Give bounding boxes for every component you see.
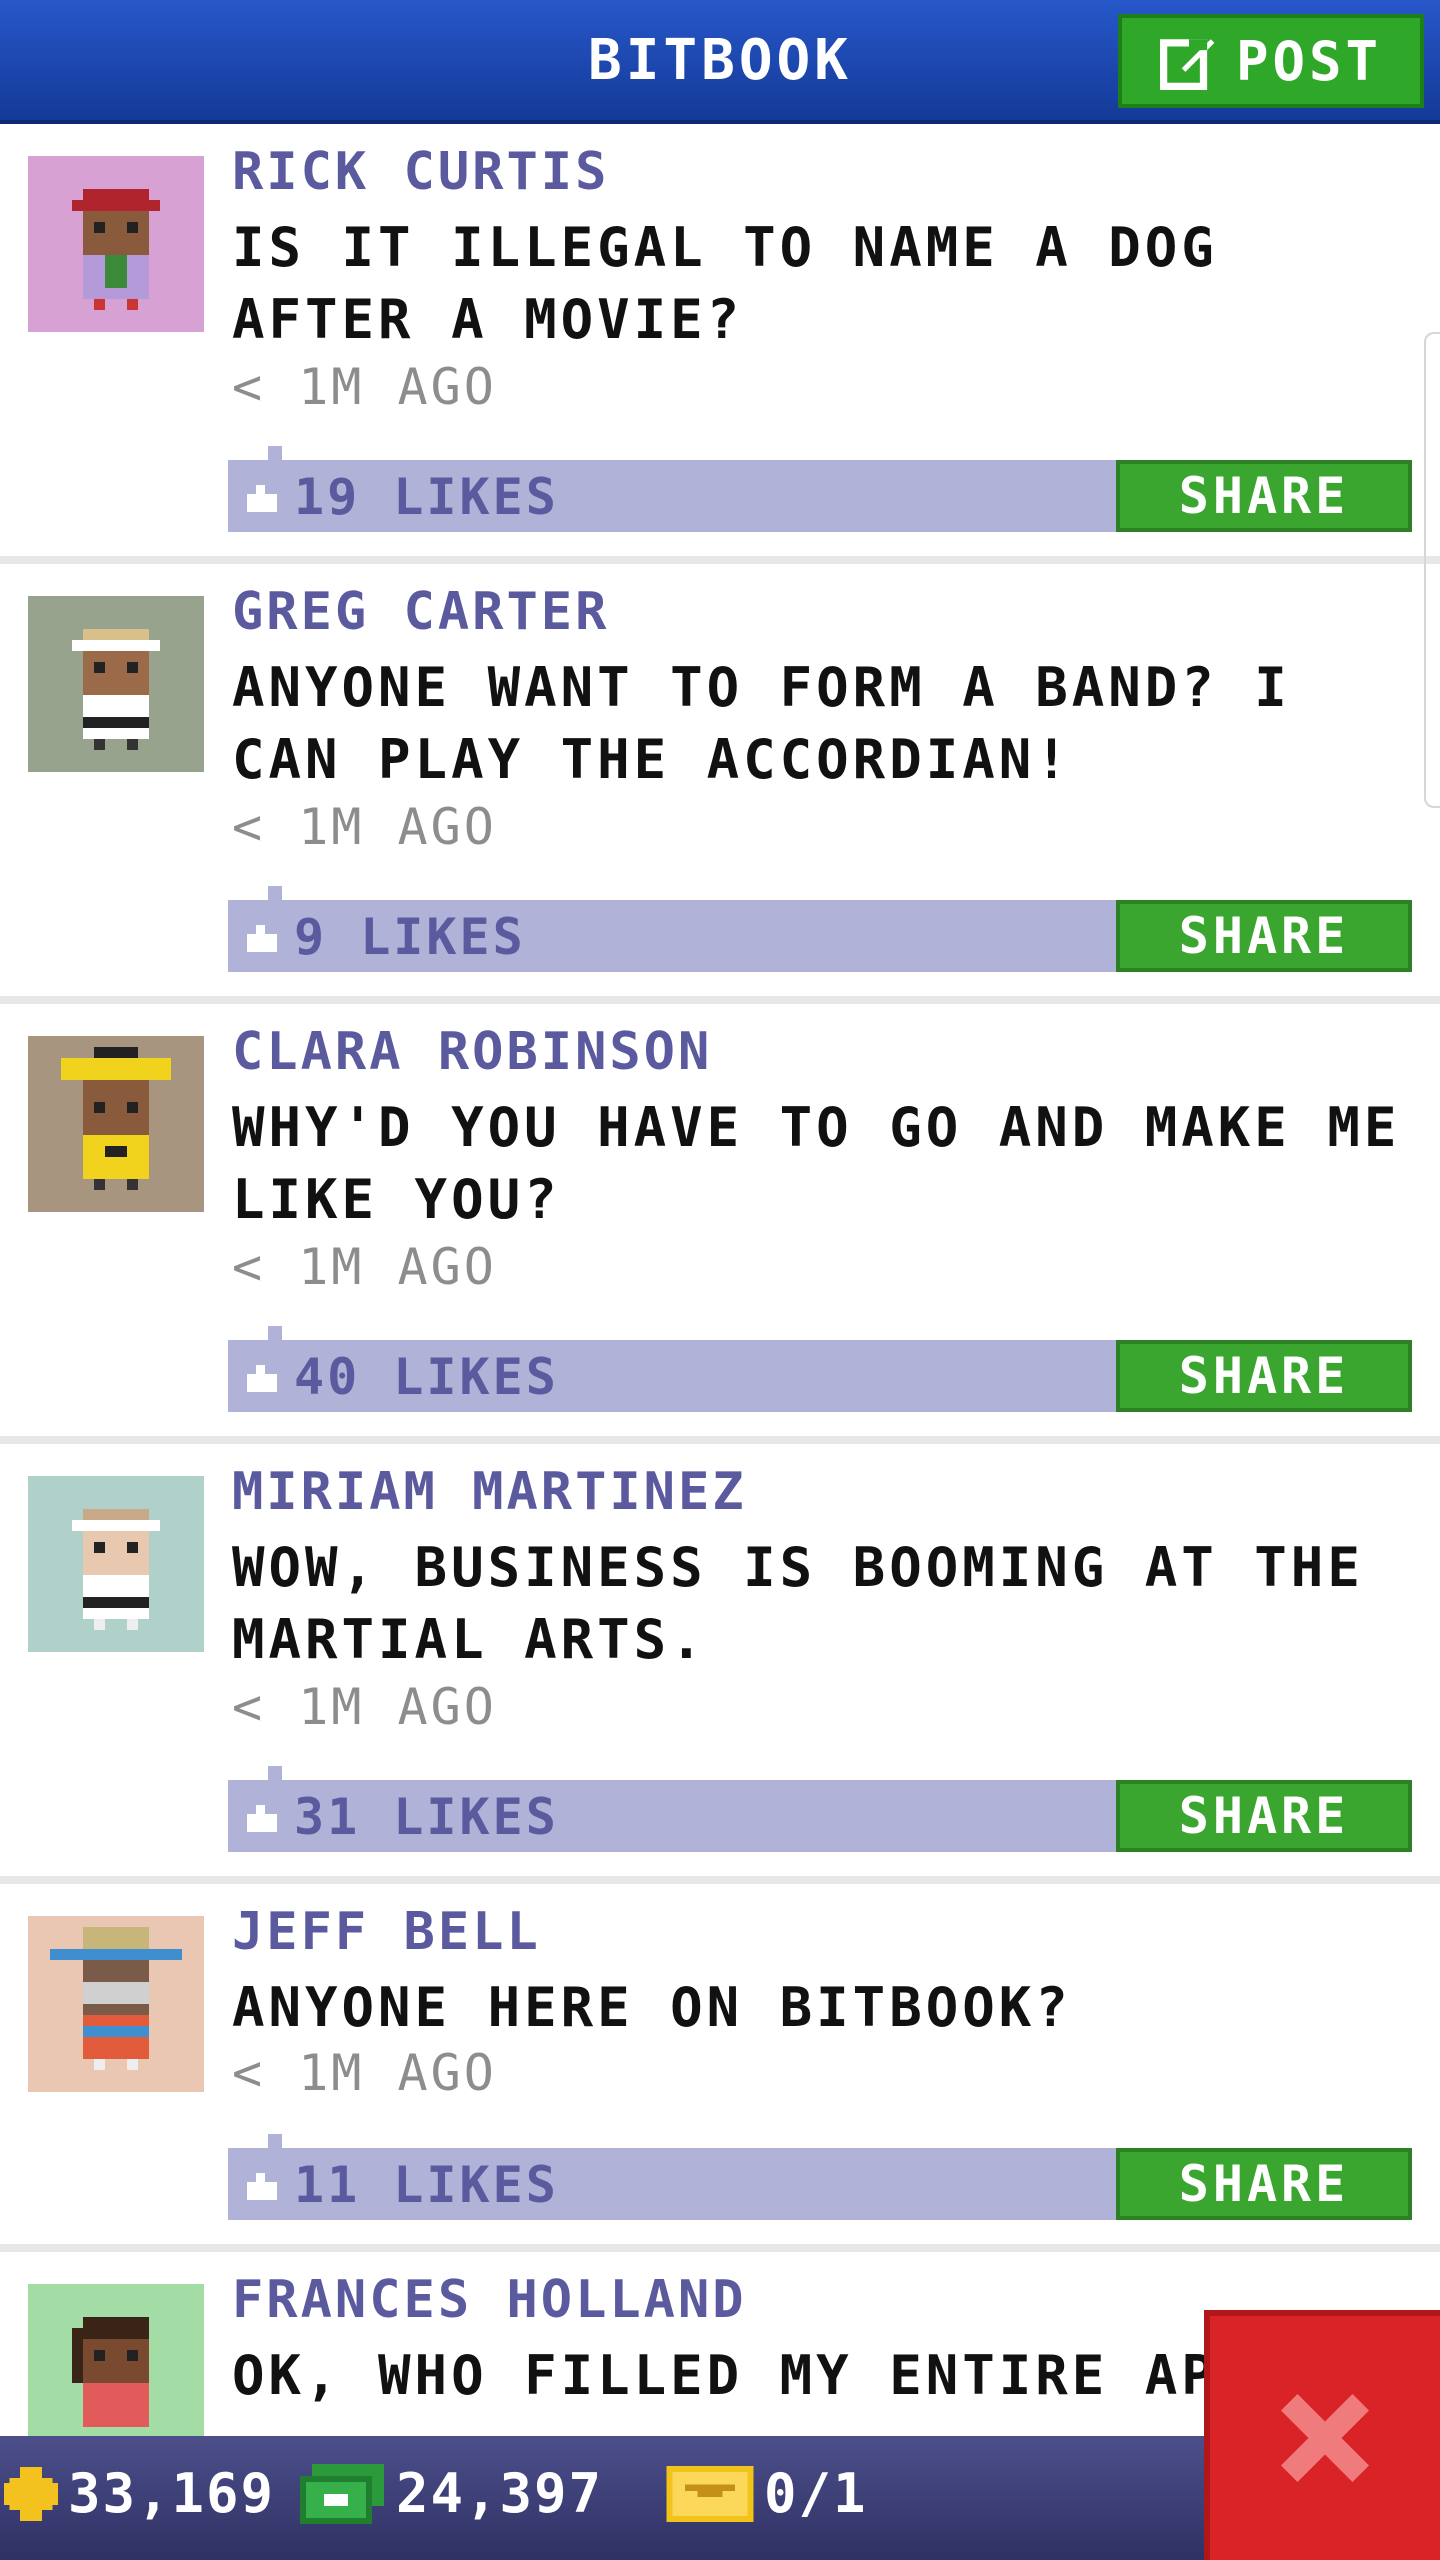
feed-post: RICK CURTIS IS IT ILLEGAL TO NAME A DOG … [0, 124, 1440, 564]
likes-bar: 9 LIKES SHARE [228, 886, 1412, 972]
post-time: < 1M AGO [232, 798, 497, 856]
post-message: ANYONE WANT TO FORM A BAND? I CAN PLAY T… [232, 656, 1291, 791]
feed-post: JEFF BELL ANYONE HERE ON BITBOOK? < 1M A… [0, 1884, 1440, 2252]
coins-count: 33,169 [68, 2462, 276, 2525]
avatar[interactable] [28, 2284, 204, 2460]
ticket-icon [666, 2465, 754, 2522]
share-button[interactable]: SHARE [1116, 900, 1412, 972]
feed-post: GREG CARTER ANYONE WANT TO FORM A BAND? … [0, 564, 1440, 1004]
likes-count: 40 LIKES [294, 1348, 559, 1406]
thumb-up-icon [247, 1365, 277, 1392]
share-button[interactable]: SHARE [1116, 2148, 1412, 2220]
bux-stat: 24,397 [298, 2462, 603, 2525]
post-author[interactable]: MIRIAM MARTINEZ [232, 1462, 747, 1522]
close-button[interactable] [1204, 2310, 1440, 2560]
likes-count: 11 LIKES [294, 2156, 559, 2214]
close-icon [1281, 2394, 1369, 2482]
thumb-up-icon [247, 485, 277, 512]
avatar[interactable] [28, 596, 204, 772]
scroll-indicator[interactable] [1424, 332, 1440, 808]
thumb-up-icon [247, 1805, 277, 1832]
post-button[interactable]: POST [1118, 14, 1424, 108]
post-author[interactable]: FRANCES HOLLAND [232, 2270, 747, 2330]
coins-stat: 33,169 [4, 2462, 275, 2525]
post-author[interactable]: GREG CARTER [232, 582, 609, 642]
tickets-stat: 0/1 [666, 2462, 868, 2525]
share-button[interactable]: SHARE [1116, 1780, 1412, 1852]
like-button[interactable]: 19 LIKES [244, 468, 559, 526]
post-author[interactable]: JEFF BELL [232, 1902, 541, 1962]
avatar[interactable] [28, 1916, 204, 2092]
post-button-label: POST [1235, 29, 1383, 93]
avatar[interactable] [28, 156, 204, 332]
post-message: IS IT ILLEGAL TO NAME A DOG AFTER A MOVI… [232, 216, 1218, 351]
likes-bar: 31 LIKES SHARE [228, 1766, 1412, 1852]
avatar[interactable] [28, 1036, 204, 1212]
like-button[interactable]: 31 LIKES [244, 1788, 559, 1846]
post-message: WOW, BUSINESS IS BOOMING AT THE MARTIAL … [232, 1536, 1364, 1671]
avatar[interactable] [28, 1476, 204, 1652]
post-time: < 1M AGO [232, 2044, 497, 2102]
likes-count: 19 LIKES [294, 468, 559, 526]
share-button[interactable]: SHARE [1116, 1340, 1412, 1412]
post-time: < 1M AGO [232, 1678, 497, 1736]
coin-icon [4, 2466, 58, 2521]
likes-bar: 11 LIKES SHARE [228, 2134, 1412, 2220]
thumb-up-icon [247, 2173, 277, 2200]
thumb-up-icon [247, 925, 277, 952]
post-message: OK, WHO FILLED MY ENTIRE APAR [232, 2344, 1212, 2407]
like-button[interactable]: 40 LIKES [244, 1348, 559, 1406]
post-message: ANYONE HERE ON BITBOOK? [232, 1976, 1072, 2039]
post-time: < 1M AGO [232, 1238, 497, 1296]
tickets-count: 0/1 [764, 2462, 868, 2525]
likes-bar: 19 LIKES SHARE [228, 446, 1412, 532]
like-button[interactable]: 11 LIKES [244, 2156, 559, 2214]
bux-count: 24,397 [396, 2462, 604, 2525]
likes-bar: 40 LIKES SHARE [228, 1326, 1412, 1412]
like-button[interactable]: 9 LIKES [244, 908, 526, 966]
feed-post: MIRIAM MARTINEZ WOW, BUSINESS IS BOOMING… [0, 1444, 1440, 1884]
post-message: WHY'D YOU HAVE TO GO AND MAKE ME LIKE YO… [232, 1096, 1401, 1231]
edit-icon [1159, 39, 1215, 90]
post-time: < 1M AGO [232, 358, 497, 416]
post-author[interactable]: RICK CURTIS [232, 142, 609, 202]
bux-icon [300, 2463, 384, 2524]
feed-post: CLARA ROBINSON WHY'D YOU HAVE TO GO AND … [0, 1004, 1440, 1444]
likes-count: 9 LIKES [294, 908, 526, 966]
likes-count: 31 LIKES [294, 1788, 559, 1846]
app-header: BITBOOK POST [0, 0, 1440, 124]
share-button[interactable]: SHARE [1116, 460, 1412, 532]
post-author[interactable]: CLARA ROBINSON [232, 1022, 712, 1082]
